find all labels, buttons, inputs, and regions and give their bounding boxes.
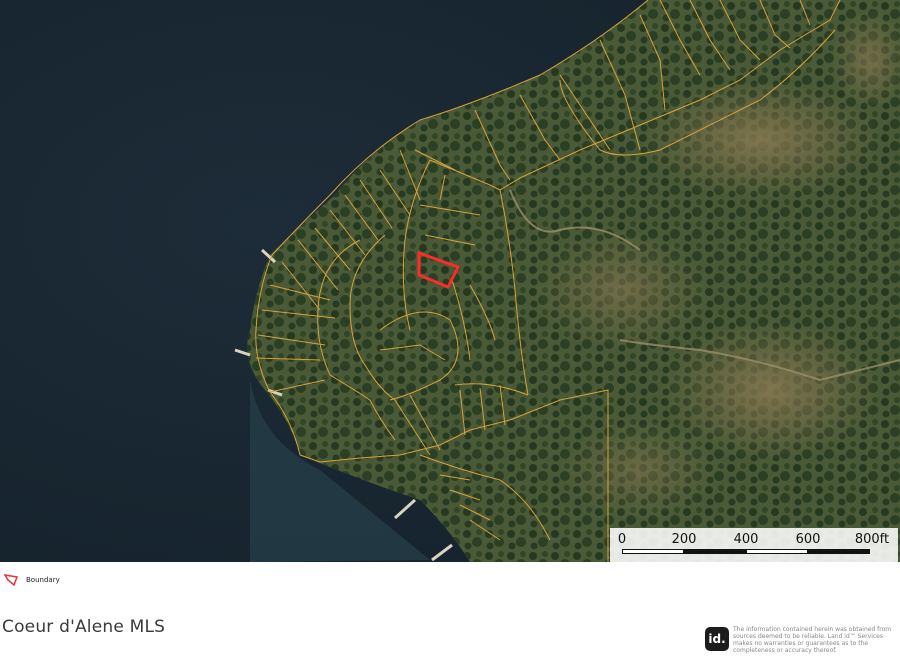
page-title: Coeur d'Alene MLS [2,617,166,637]
scale-label-600: 600 [795,532,821,547]
scale-segment-3 [746,549,808,554]
scale-segment-1 [622,549,684,554]
boundary-polygon-icon [4,574,18,586]
scale-bar: 0 200 400 600 800ft [610,528,898,562]
clearing-south [560,420,720,520]
aerial-map[interactable]: 0 200 400 600 800ft [0,0,900,562]
map-legend: Boundary [4,572,60,588]
clearing-north [640,80,880,200]
scale-label-400: 400 [733,532,759,547]
clearing-mid [530,230,710,350]
scale-label-0: 0 [617,532,627,547]
disclaimer-text: The information contained herein was obt… [733,626,892,654]
scale-label-200: 200 [671,532,697,547]
logo-icon: id. [705,627,729,651]
scale-label-800ft: 800ft [854,532,890,547]
scale-segment-4 [808,549,870,554]
map-canvas [0,0,900,562]
legend-label: Boundary [26,576,60,584]
scale-segment-2 [684,549,746,554]
land-id-logo: id. [705,627,729,651]
